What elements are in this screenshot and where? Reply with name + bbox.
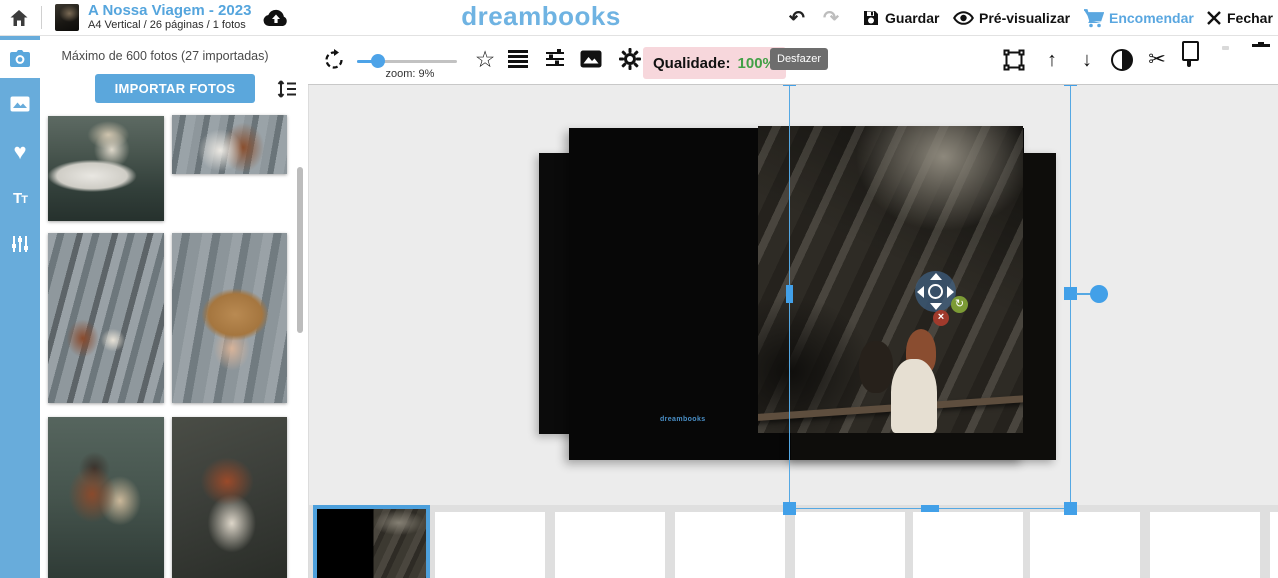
page-thumbnail[interactable] (795, 512, 905, 578)
save-icon (862, 9, 880, 27)
paste-icon[interactable] (1218, 48, 1242, 72)
dreambooks-editor: A Nossa Viagem - 2023 A4 Vertical / 26 p… (0, 0, 1278, 578)
move-right-arrow (947, 286, 954, 298)
transform-icon[interactable] (1002, 48, 1026, 72)
rotate-icon[interactable] (322, 48, 346, 72)
zoom-level-label: zoom: 9% (360, 68, 460, 80)
photo-person-detail (891, 359, 937, 433)
photo-thumbnail-woman-with-hat[interactable] (172, 233, 287, 403)
page-thumbnail[interactable] (1270, 512, 1278, 578)
project-thumbnail[interactable] (55, 4, 79, 31)
cover-thumbnail-preview (317, 509, 426, 578)
photos-panel: Máximo de 600 fotos (27 importadas) IMPO… (40, 35, 309, 578)
photo-person-detail (859, 341, 893, 393)
image-settings-icon[interactable] (580, 50, 602, 68)
delete-icon[interactable] (1254, 48, 1278, 72)
editor-toolbar: zoom: 9% ☆ (308, 35, 1278, 85)
save-label: Guardar (885, 10, 939, 26)
resize-handle-bottom-right[interactable] (1064, 502, 1077, 515)
order-label: Encomendar (1109, 10, 1194, 26)
zoom-slider-knob[interactable] (371, 54, 385, 68)
sort-icon[interactable] (275, 78, 299, 100)
sidebar-item-favorites[interactable]: ♥ (0, 133, 40, 171)
resize-handle-right[interactable] (1064, 287, 1077, 300)
photo-thumbnail-woman-lying[interactable] (172, 417, 287, 578)
home-button[interactable] (8, 7, 30, 29)
header-bar: A Nossa Viagem - 2023 A4 Vertical / 26 p… (0, 0, 1278, 36)
header-divider (41, 6, 42, 29)
tune-icon[interactable] (544, 48, 566, 70)
app-logo: dreambooks (439, 1, 643, 33)
page-thumbnail[interactable] (1150, 512, 1260, 578)
move-control[interactable] (915, 271, 956, 312)
favorite-icon[interactable]: ☆ (473, 47, 497, 71)
page-thumbnail[interactable] (675, 512, 785, 578)
image-icon (10, 96, 30, 112)
undo-icon[interactable]: ↶ (785, 8, 809, 28)
resize-handle-bottom-left[interactable] (783, 502, 796, 515)
sidebar-item-adjustments[interactable] (0, 225, 40, 263)
panel-scrollbar[interactable] (297, 167, 303, 333)
camera-icon (9, 50, 31, 68)
import-photos-button[interactable]: IMPORTAR FOTOS (95, 74, 255, 103)
photo-thumbnail-woman-in-boat[interactable] (48, 116, 164, 221)
close-button[interactable]: Fechar (1206, 6, 1273, 30)
page-thumbnail[interactable] (913, 512, 1023, 578)
undo-tooltip: Desfazer (770, 48, 828, 70)
page-thumbnail-cover-selected[interactable] (313, 505, 430, 578)
page-thumbnail[interactable] (1030, 512, 1140, 578)
resize-handle-bottom[interactable] (921, 505, 939, 512)
sidebar-item-text[interactable]: TT (0, 179, 40, 217)
move-left-arrow (917, 286, 924, 298)
copy-icon[interactable] (1182, 48, 1206, 72)
send-backward-icon[interactable]: ↓ (1075, 48, 1099, 72)
order-button[interactable]: Encomendar (1083, 6, 1194, 30)
placed-photo[interactable] (758, 126, 1023, 433)
save-button[interactable]: Guardar (862, 6, 939, 30)
cloud-upload-icon[interactable] (261, 5, 291, 31)
cart-icon (1083, 9, 1104, 28)
layouts-icon[interactable] (508, 50, 528, 68)
close-label: Fechar (1227, 10, 1273, 26)
sidebar-item-photos[interactable] (0, 40, 40, 78)
resize-handle-left[interactable] (786, 285, 793, 303)
bring-forward-icon[interactable]: ↑ (1040, 48, 1064, 72)
pages-filmstrip (308, 505, 1278, 578)
photo-thumbnail-couple-on-rocks[interactable] (48, 233, 164, 403)
adjust-icon (11, 235, 29, 253)
photo-thumbnail-selfie-couple[interactable] (48, 417, 164, 578)
page-thumbnail[interactable] (555, 512, 665, 578)
preview-button[interactable]: Pré-visualizar (953, 6, 1070, 30)
sidebar-item-backgrounds[interactable] (0, 85, 40, 123)
project-subtitle: A4 Vertical / 26 páginas / 1 fotos (88, 19, 246, 31)
cut-icon[interactable]: ✂ (1145, 48, 1169, 72)
tool-sidebar: ♥ TT (0, 35, 40, 578)
quality-label: Qualidade: (653, 55, 731, 72)
eye-icon (953, 10, 974, 26)
project-title[interactable]: A Nossa Viagem - 2023 (88, 2, 251, 19)
move-down-arrow (930, 303, 942, 310)
redo-icon[interactable]: ↷ (819, 8, 843, 28)
page-thumbnail[interactable] (435, 512, 545, 578)
move-up-arrow (930, 273, 942, 280)
quality-badge: Qualidade: 100% (643, 47, 786, 79)
remove-photo-badge[interactable]: × (933, 310, 949, 326)
contrast-icon[interactable] (1110, 48, 1134, 72)
preview-label: Pré-visualizar (979, 10, 1070, 26)
move-center-ring (928, 284, 943, 299)
photos-limit-text: Máximo de 600 fotos (27 importadas) (40, 49, 290, 63)
cover-brand-logo: dreambooks (660, 416, 706, 423)
heart-icon: ♥ (13, 139, 26, 165)
rotate-photo-badge[interactable]: ↻ (951, 296, 968, 313)
photo-thumbnail-couple-embrace[interactable] (172, 115, 287, 174)
stretch-handle[interactable] (1090, 285, 1108, 303)
text-icon: TT (13, 190, 27, 207)
settings-gear-icon[interactable] (618, 47, 642, 71)
close-icon (1206, 10, 1222, 26)
